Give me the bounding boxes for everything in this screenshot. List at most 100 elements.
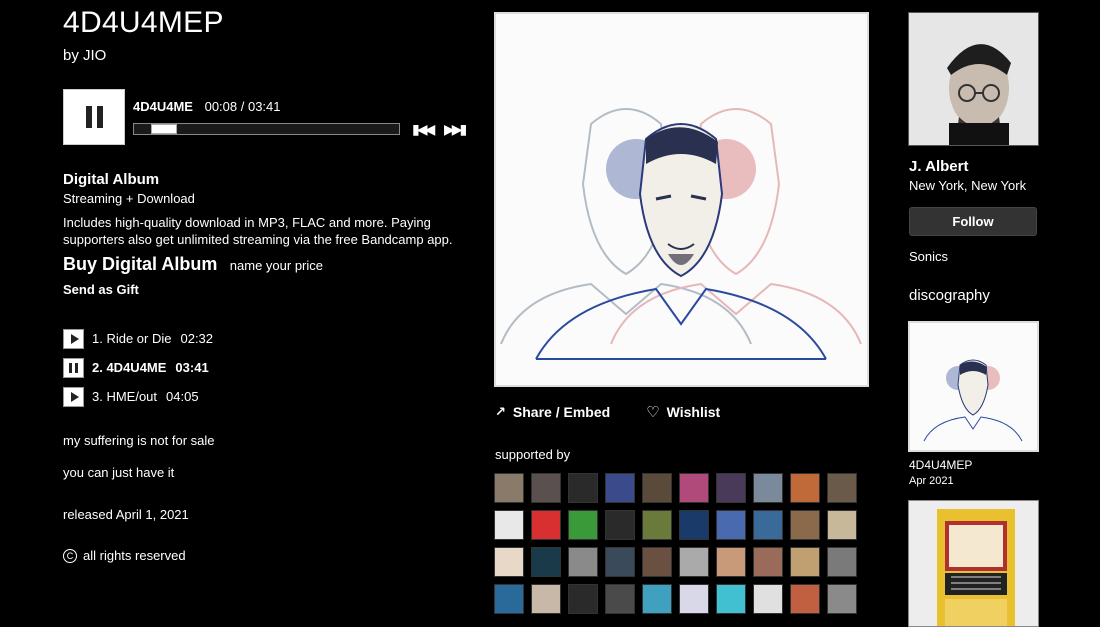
supporter-avatar[interactable] xyxy=(716,473,746,503)
supporters-grid xyxy=(494,473,857,614)
discography-item-title[interactable]: 4D4U4MEP xyxy=(909,458,972,472)
play-icon xyxy=(70,333,79,344)
format-description: Includes high-quality download in MP3, F… xyxy=(63,215,453,247)
track-play-button[interactable] xyxy=(63,386,84,407)
supporter-avatar[interactable] xyxy=(716,584,746,614)
about-line-1: my suffering is not for sale xyxy=(63,433,215,448)
follow-button[interactable]: Follow xyxy=(909,207,1037,236)
about-line-2: you can just have it xyxy=(63,465,175,480)
pause-button[interactable] xyxy=(63,89,125,145)
supporter-avatar[interactable] xyxy=(642,547,672,577)
track-row: 1. Ride or Die 02:32 xyxy=(63,324,213,353)
now-playing: 4D4U4ME 00:08 / 03:41 xyxy=(133,99,281,114)
artist-name[interactable]: J. Albert xyxy=(909,158,968,175)
track-title[interactable]: 1. Ride or Die xyxy=(92,331,171,346)
supporter-avatar[interactable] xyxy=(494,510,524,540)
track-pause-button[interactable] xyxy=(63,357,84,378)
supporter-avatar[interactable] xyxy=(642,473,672,503)
rights-notice: C all rights reserved xyxy=(63,548,186,563)
supporter-avatar[interactable] xyxy=(642,510,672,540)
track-title[interactable]: 2. 4D4U4ME xyxy=(92,360,166,375)
supporter-avatar[interactable] xyxy=(827,473,857,503)
supporter-avatar[interactable] xyxy=(753,510,783,540)
supporter-avatar[interactable] xyxy=(605,584,635,614)
track-duration: 02:32 xyxy=(180,331,214,346)
supporter-avatar[interactable] xyxy=(790,510,820,540)
artist-link[interactable]: JIO xyxy=(83,47,106,64)
release-date: released April 1, 2021 xyxy=(63,507,189,522)
format-title: Digital Album xyxy=(63,171,160,188)
supporter-avatar[interactable] xyxy=(531,584,561,614)
supporter-avatar[interactable] xyxy=(568,584,598,614)
discography-art-image-2 xyxy=(909,501,1038,626)
audio-player: 4D4U4ME 00:08 / 03:41 ▮◀◀ ▶▶▮ xyxy=(63,89,467,145)
supporter-avatar[interactable] xyxy=(679,473,709,503)
supporter-avatar[interactable] xyxy=(568,510,598,540)
supporter-avatar[interactable] xyxy=(679,584,709,614)
supporter-avatar[interactable] xyxy=(494,473,524,503)
band-link-sonics[interactable]: Sonics xyxy=(909,249,948,264)
supporter-avatar[interactable] xyxy=(605,510,635,540)
supported-by-label: supported by xyxy=(495,447,571,462)
discography-item-art[interactable] xyxy=(908,321,1039,452)
supporter-avatar[interactable] xyxy=(827,547,857,577)
supporter-avatar[interactable] xyxy=(568,473,598,503)
share-embed-button[interactable]: ↗ Share / Embed xyxy=(495,404,610,420)
supporter-avatar[interactable] xyxy=(679,510,709,540)
album-title: 4D4U4MEP xyxy=(63,6,224,39)
supporter-avatar[interactable] xyxy=(494,547,524,577)
supporter-avatar[interactable] xyxy=(531,510,561,540)
track-row: 3. HME/out 04:05 xyxy=(63,382,213,411)
supporter-avatar[interactable] xyxy=(753,584,783,614)
discography-art-image xyxy=(910,323,1037,450)
album-art[interactable] xyxy=(494,12,869,387)
share-label: Share / Embed xyxy=(512,404,611,420)
byline: by JIO xyxy=(63,47,106,64)
discography-item-date: Apr 2021 xyxy=(909,475,954,487)
rights-text: all rights reserved xyxy=(83,548,186,563)
supporter-avatar[interactable] xyxy=(790,547,820,577)
wishlist-label: Wishlist xyxy=(666,404,721,420)
supporter-avatar[interactable] xyxy=(753,473,783,503)
pause-icon xyxy=(85,106,103,128)
play-icon xyxy=(70,391,79,402)
progress-thumb[interactable] xyxy=(150,124,177,134)
wishlist-button[interactable]: ♡ Wishlist xyxy=(646,403,720,421)
format-subtitle: Streaming + Download xyxy=(63,191,195,206)
discography-item-art-2[interactable] xyxy=(908,500,1039,627)
supporter-avatar[interactable] xyxy=(790,584,820,614)
supporter-avatar[interactable] xyxy=(753,547,783,577)
discography-title: discography xyxy=(909,287,990,304)
tracklist: 1. Ride or Die 02:32 2. 4D4U4ME 03:41 3.… xyxy=(63,324,213,411)
track-row: 2. 4D4U4ME 03:41 xyxy=(63,353,213,382)
send-as-gift-link[interactable]: Send as Gift xyxy=(63,282,139,297)
share-icon: ↗ xyxy=(495,404,506,419)
now-playing-time: 00:08 / 03:41 xyxy=(204,99,281,114)
supporter-avatar[interactable] xyxy=(494,584,524,614)
next-track-icon[interactable]: ▶▶▮ xyxy=(444,121,467,138)
supporter-avatar[interactable] xyxy=(642,584,672,614)
supporter-avatar[interactable] xyxy=(531,547,561,577)
track-duration: 03:41 xyxy=(175,360,209,375)
supporter-avatar[interactable] xyxy=(790,473,820,503)
supporter-avatar[interactable] xyxy=(716,510,746,540)
supporter-avatar[interactable] xyxy=(827,584,857,614)
artist-photo-image xyxy=(909,13,1038,145)
supporter-avatar[interactable] xyxy=(679,547,709,577)
artist-photo[interactable] xyxy=(908,12,1039,146)
price-note: name your price xyxy=(229,258,324,273)
buy-digital-album-button[interactable]: Buy Digital Album xyxy=(63,254,217,274)
track-title[interactable]: 3. HME/out xyxy=(92,389,157,404)
track-play-button[interactable] xyxy=(63,328,84,349)
previous-track-icon[interactable]: ▮◀◀ xyxy=(412,121,435,138)
supporter-avatar[interactable] xyxy=(716,547,746,577)
buy-row: Buy Digital Album name your price xyxy=(63,254,323,275)
heart-icon: ♡ xyxy=(646,404,660,421)
progress-bar[interactable] xyxy=(133,123,400,135)
supporter-avatar[interactable] xyxy=(605,473,635,503)
supporter-avatar[interactable] xyxy=(605,547,635,577)
supporter-avatar[interactable] xyxy=(531,473,561,503)
supporter-avatar[interactable] xyxy=(827,510,857,540)
supporter-avatar[interactable] xyxy=(568,547,598,577)
share-row: ↗ Share / Embed ♡ Wishlist xyxy=(495,403,756,421)
